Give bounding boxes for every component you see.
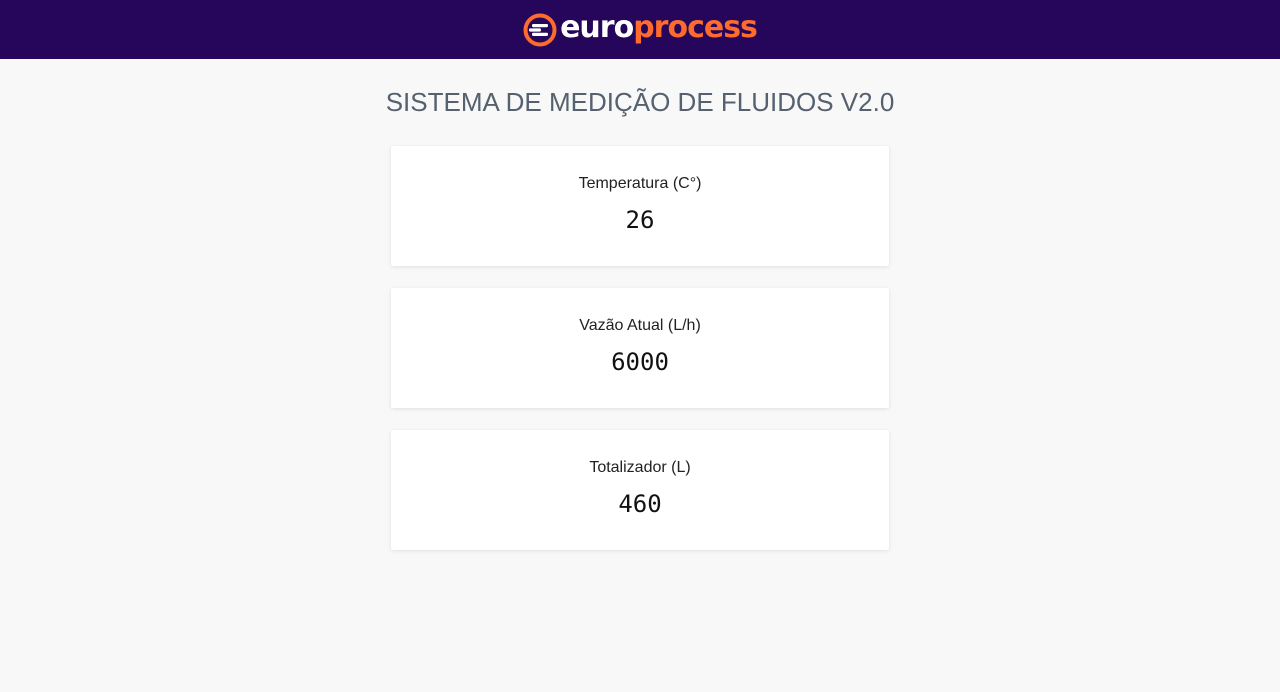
totalizer-label: Totalizador (L)	[589, 459, 691, 476]
totalizer-value: 460	[618, 490, 662, 518]
logo-text-euro: euro	[560, 9, 634, 45]
temperature-label: Temperatura (C°)	[578, 175, 702, 192]
logo-wordmark: europrocess	[560, 9, 758, 45]
europrocess-logo[interactable]: europrocess	[523, 0, 758, 59]
europrocess-logo-icon	[523, 13, 557, 46]
logo-text-process: process	[633, 9, 758, 45]
temperature-card: Temperatura (C°) 26	[391, 146, 889, 266]
flow-rate-card: Vazão Atual (L/h) 6000	[391, 288, 889, 408]
totalizer-card: Totalizador (L) 460	[391, 430, 889, 550]
measurement-cards: Temperatura (C°) 26 Vazão Atual (L/h) 60…	[391, 146, 889, 550]
flow-rate-value: 6000	[611, 348, 669, 376]
page-title: SISTEMA DE MEDIÇÃO DE FLUIDOS V2.0	[385, 87, 895, 117]
top-bar: europrocess	[0, 0, 1280, 59]
temperature-value: 26	[625, 206, 655, 234]
flow-rate-label: Vazão Atual (L/h)	[579, 317, 701, 334]
